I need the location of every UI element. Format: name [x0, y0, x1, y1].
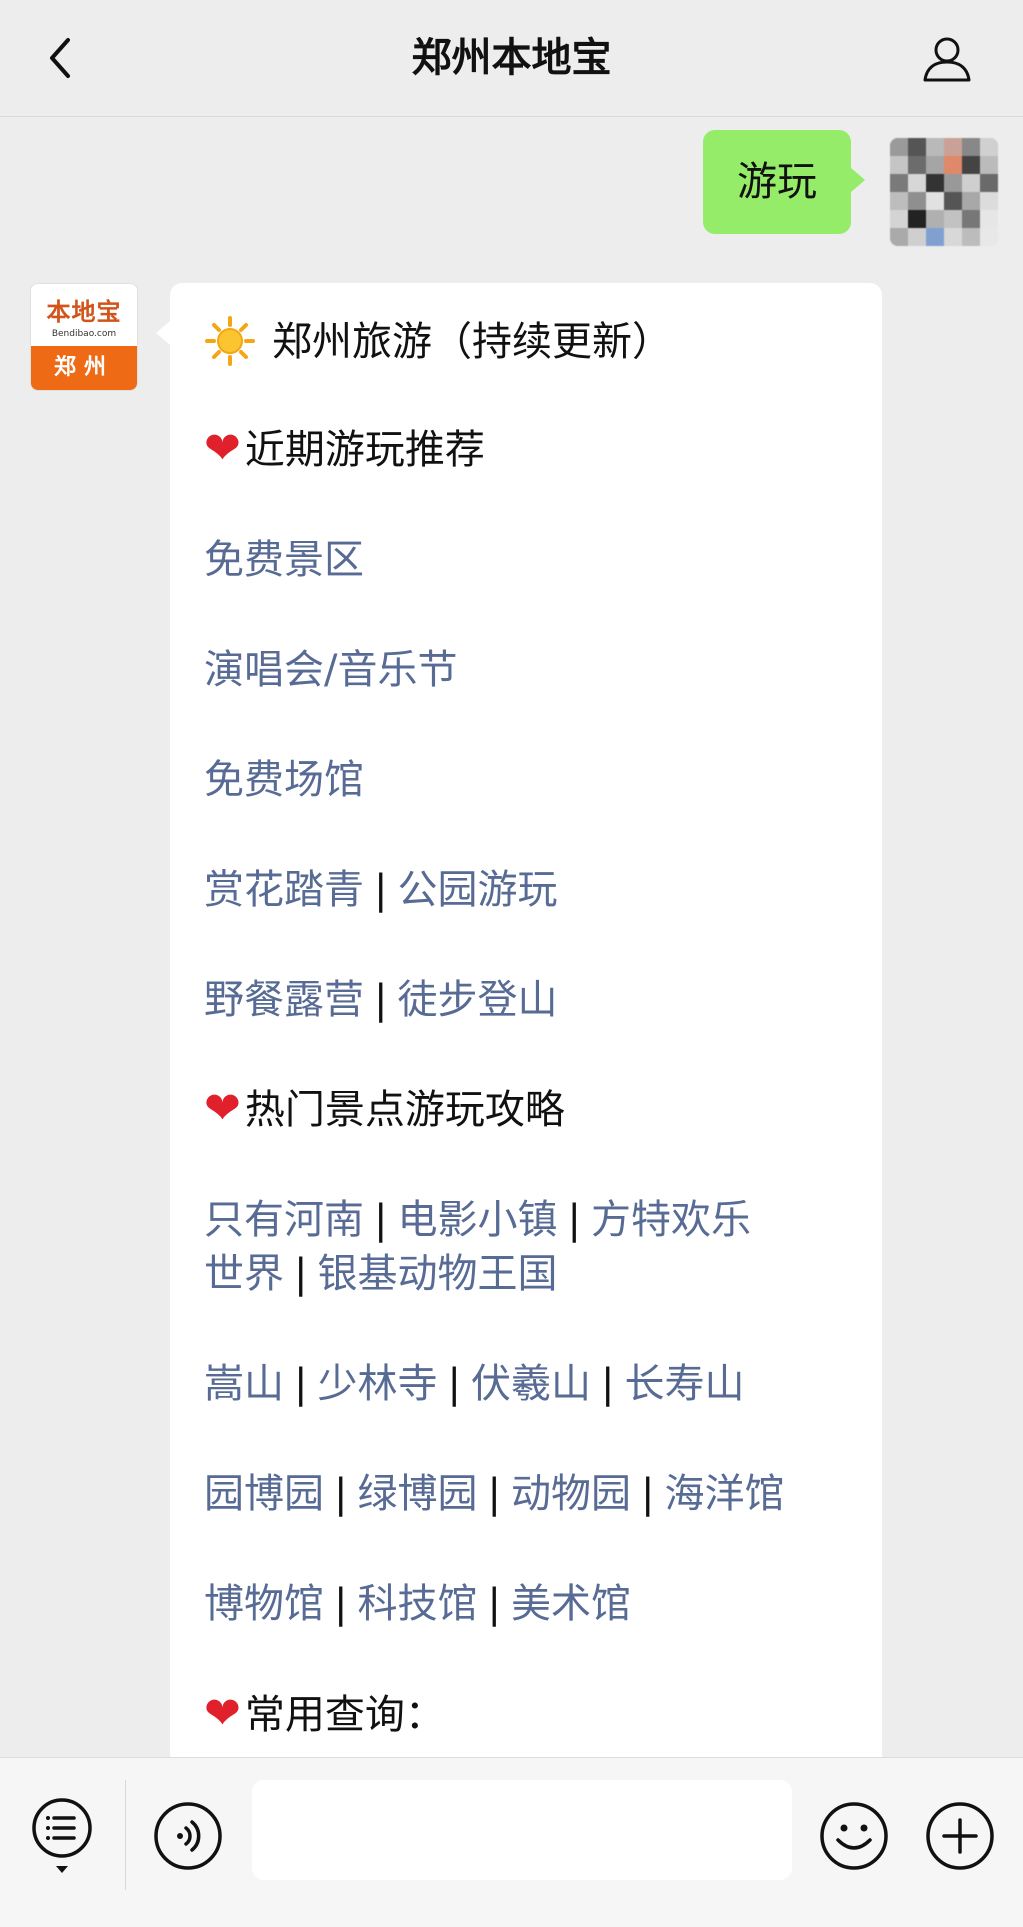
separator: | [334, 1581, 348, 1627]
separator: | [334, 1471, 348, 1517]
profile-button[interactable] [919, 30, 975, 86]
message-title-line: 郑州旅游（持续更新） [204, 315, 672, 369]
sent-message-bubble[interactable]: 游玩 [703, 130, 865, 234]
separator: | [567, 1197, 581, 1243]
voice-icon [154, 1802, 222, 1870]
message-title: 郑州旅游（持续更新） [272, 319, 672, 365]
official-account-avatar[interactable]: 本地宝 Bendibao.com 郑州 [30, 283, 138, 391]
input-bar [0, 1757, 1023, 1927]
logo-url: Bendibao.com [51, 329, 117, 339]
logo-city: 郑州 [31, 346, 137, 390]
link-line: 嵩山 | 少林寺 | 伏羲山 | 长寿山 [204, 1357, 744, 1411]
link-line: 只有河南 | 电影小镇 | 方特欢乐 [204, 1193, 751, 1247]
link-lvbo[interactable]: 绿博园 [357, 1471, 477, 1517]
link-line: 演唱会/音乐节 [204, 643, 457, 697]
more-button[interactable] [924, 1800, 996, 1872]
link-hiking[interactable]: 徒步登山 [397, 977, 557, 1023]
divider [125, 1780, 126, 1890]
heart-icon: ❤ [204, 1688, 241, 1739]
link-line: 园博园 | 绿博园 | 动物园 | 海洋馆 [204, 1467, 784, 1521]
heading-hot: ❤ 热门景点游玩攻略 [204, 1082, 565, 1137]
separator: | [487, 1581, 501, 1627]
separator: | [600, 1361, 615, 1407]
link-fantawild-cont[interactable]: 世界 [204, 1251, 284, 1297]
voice-button[interactable] [152, 1800, 224, 1872]
link-fantawild[interactable]: 方特欢乐 [591, 1197, 751, 1243]
separator: | [374, 1197, 388, 1243]
link-museum[interactable]: 博物馆 [204, 1581, 324, 1627]
person-icon [923, 37, 971, 82]
separator: | [640, 1471, 655, 1517]
link-zoo[interactable]: 动物园 [511, 1471, 631, 1517]
link-science[interactable]: 科技馆 [357, 1581, 477, 1627]
user-avatar[interactable] [890, 138, 998, 246]
link-yinji-zoo[interactable]: 银基动物王国 [317, 1251, 557, 1297]
link-concert-festival[interactable]: 演唱会/音乐节 [204, 647, 457, 693]
chat-header: 郑州本地宝 [0, 0, 1023, 117]
heading-query: ❤ 常用查询： [204, 1687, 445, 1742]
plus-icon [926, 1802, 994, 1870]
brand-logo: 本地宝 Bendibao.com [31, 284, 137, 348]
link-line: 赏花踏青 | 公园游玩 [204, 863, 557, 917]
link-line: 世界 | 银基动物王国 [204, 1247, 557, 1301]
link-free-scenic[interactable]: 免费景区 [204, 537, 364, 583]
link-picnic[interactable]: 野餐露营 [204, 977, 364, 1023]
heading-query-text: 常用查询： [244, 1692, 445, 1738]
link-only-henan[interactable]: 只有河南 [204, 1197, 364, 1243]
page-title: 郑州本地宝 [411, 35, 612, 81]
menu-button[interactable] [30, 1796, 94, 1876]
link-film-town[interactable]: 电影小镇 [397, 1197, 557, 1243]
link-art[interactable]: 美术馆 [511, 1581, 631, 1627]
link-shaolin[interactable]: 少林寺 [317, 1361, 437, 1407]
link-yuanbo[interactable]: 园博园 [204, 1471, 324, 1517]
link-songshan[interactable]: 嵩山 [204, 1361, 284, 1407]
separator: | [294, 1251, 308, 1297]
logo-name: 本地宝 [46, 298, 122, 326]
separator: | [294, 1361, 308, 1407]
link-flowers[interactable]: 赏花踏青 [204, 867, 364, 913]
heading-recent: ❤ 近期游玩推荐 [204, 422, 485, 477]
link-aquarium[interactable]: 海洋馆 [664, 1471, 784, 1517]
link-changshou[interactable]: 长寿山 [624, 1361, 744, 1407]
emoji-icon [820, 1802, 888, 1870]
separator: | [374, 867, 388, 913]
link-parks[interactable]: 公园游玩 [397, 867, 557, 913]
link-line: 博物馆 | 科技馆 | 美术馆 [204, 1577, 631, 1631]
heart-icon: ❤ [204, 423, 241, 474]
link-line: 免费景区 [204, 533, 364, 587]
emoji-button[interactable] [818, 1800, 890, 1872]
menu-list-icon [32, 1798, 92, 1873]
link-free-venues[interactable]: 免费场馆 [204, 757, 364, 803]
link-line: 免费场馆 [204, 753, 364, 807]
separator: | [487, 1471, 501, 1517]
heading-hot-text: 热门景点游玩攻略 [244, 1087, 565, 1133]
link-fuxi[interactable]: 伏羲山 [471, 1361, 591, 1407]
separator: | [374, 977, 388, 1023]
separator: | [447, 1361, 461, 1407]
link-line: 野餐露营 | 徒步登山 [204, 973, 557, 1027]
message-input[interactable] [252, 1780, 792, 1880]
sun-icon [205, 316, 255, 366]
heading-recent-text: 近期游玩推荐 [244, 427, 485, 473]
heart-icon: ❤ [204, 1083, 241, 1134]
received-message-bubble: 郑州旅游（持续更新） ❤ 近期游玩推荐 免费景区 演唱会/音乐节 免费场馆 赏花踏… [156, 283, 882, 1923]
